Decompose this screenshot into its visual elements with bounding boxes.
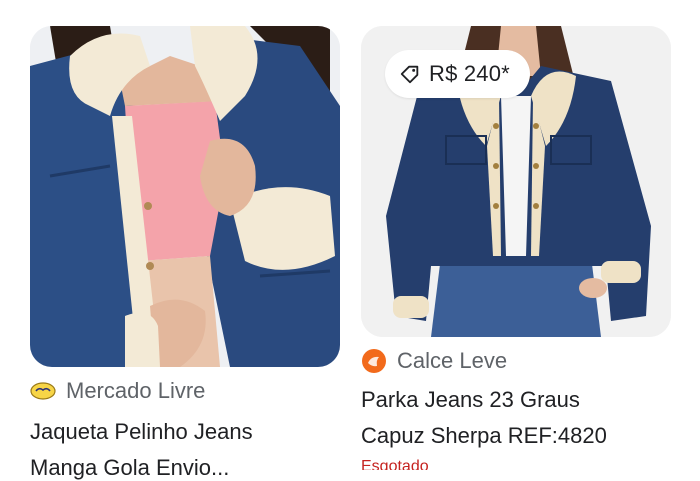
mercado-livre-logo-icon (30, 382, 56, 400)
price-tag: R$ 240* (385, 50, 530, 98)
stock-status: Esgotado (361, 458, 429, 470)
price-tag-icon (400, 65, 419, 84)
price-value: R$ 240* (429, 61, 510, 86)
merchant-name: Calce Leve (397, 348, 508, 373)
product-title[interactable]: Jaqueta Pelinho Jeans Manga Gola Envio..… (30, 414, 330, 481)
shopping-results-grid: Mercado Livre Jaqueta Pelinho Jeans Mang… (0, 0, 700, 481)
calce-leve-logo-icon (362, 349, 386, 373)
product-title-line: Parka Jeans 23 Graus (361, 387, 580, 412)
denim-jacket-photo (30, 26, 340, 367)
product-card[interactable]: R$ 240* Calce Leve Parka Jeans 23 Graus … (361, 0, 671, 470)
product-image[interactable]: R$ 240* (361, 26, 671, 337)
merchant-source[interactable]: Calce Leve (361, 346, 671, 376)
product-card[interactable]: Mercado Livre Jaqueta Pelinho Jeans Mang… (30, 0, 340, 481)
merchant-name: Mercado Livre (66, 378, 206, 403)
product-title-line: Manga Gola Envio... (30, 455, 230, 480)
product-title-line: Capuz Sherpa REF:4820 (361, 423, 607, 448)
product-title[interactable]: Parka Jeans 23 Graus Capuz Sherpa REF:48… (361, 382, 661, 454)
product-title-line: Jaqueta Pelinho Jeans (30, 419, 253, 444)
product-image[interactable] (30, 26, 340, 367)
merchant-source[interactable]: Mercado Livre (30, 376, 340, 406)
